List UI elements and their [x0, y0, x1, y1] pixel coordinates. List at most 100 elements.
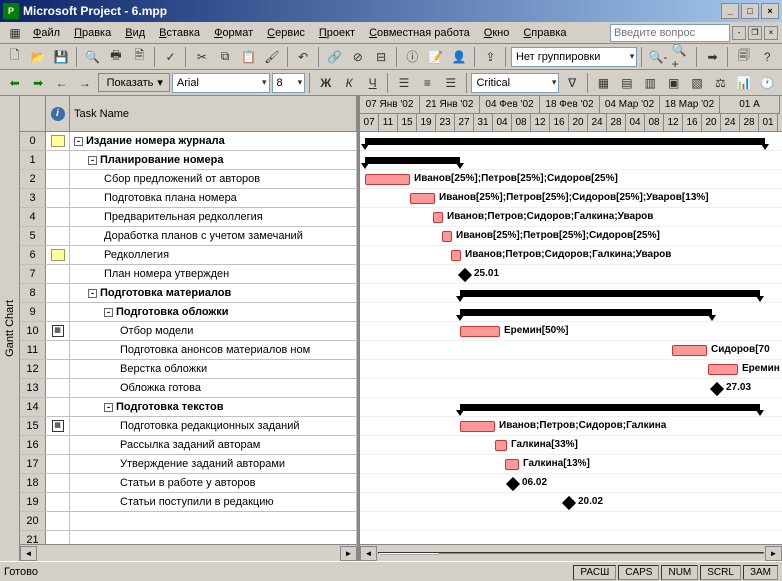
scales-button[interactable]: ⚖ [710, 72, 731, 94]
task-row[interactable]: 10 ▦ Отбор модели [20, 322, 357, 341]
row-number[interactable]: 17 [20, 455, 46, 473]
font-dropdown[interactable]: Arial [172, 73, 270, 93]
gscroll-left-icon[interactable]: ◄ [360, 546, 377, 561]
row-number[interactable]: 9 [20, 303, 46, 321]
task-row[interactable]: 8 -Подготовка материалов [20, 284, 357, 303]
task-row[interactable]: 3 Подготовка плана номера [20, 189, 357, 208]
autofilter-button[interactable]: ∇ [561, 72, 582, 94]
view1-button[interactable]: ▦ [593, 72, 614, 94]
collapse-icon[interactable]: - [88, 289, 97, 298]
task-name-cell[interactable]: Статьи поступили в редакцию [70, 493, 357, 511]
task-name-cell[interactable]: Утверждение заданий авторами [70, 455, 357, 473]
menu-Сервис[interactable]: Сервис [260, 25, 312, 41]
italic-button[interactable]: К [339, 72, 360, 94]
timescale[interactable]: 07 Янв '0221 Янв '0204 Фев '0218 Фев '02… [360, 96, 782, 132]
filter-dropdown[interactable]: Critical [471, 73, 559, 93]
collapse-icon[interactable]: - [74, 137, 83, 146]
gscroll-right-icon[interactable]: ► [765, 546, 782, 561]
task-name-cell[interactable]: Обложка готова [70, 379, 357, 397]
publish-button[interactable]: ⇪ [480, 46, 501, 68]
bold-button[interactable]: Ж [315, 72, 336, 94]
task-bar[interactable] [410, 193, 435, 204]
task-name-cell[interactable]: Подготовка анонсов материалов ном [70, 341, 357, 359]
show-button[interactable]: Показать▾ [98, 73, 170, 92]
task-row[interactable]: 0 -Издание номера журнала [20, 132, 357, 151]
task-bar[interactable] [442, 231, 452, 242]
task-name-cell[interactable]: -Подготовка текстов [70, 398, 357, 416]
copy-button[interactable]: ⧉ [215, 46, 236, 68]
task-name-cell[interactable]: Доработка планов с учетом замечаний [70, 227, 357, 245]
task-name-cell[interactable]: Подготовка редакционных заданий [70, 417, 357, 435]
milestone-icon[interactable] [458, 268, 472, 282]
split-button[interactable]: ⊟ [370, 46, 391, 68]
row-number[interactable]: 4 [20, 208, 46, 226]
row-number[interactable]: 15 [20, 417, 46, 435]
mdi-close[interactable]: × [764, 26, 778, 40]
chart-button[interactable]: 📊 [733, 72, 754, 94]
header-rownum[interactable] [20, 96, 46, 131]
menu-Справка[interactable]: Справка [516, 25, 573, 41]
task-name-cell[interactable]: -Подготовка обложки [70, 303, 357, 321]
task-row[interactable]: 1 -Планирование номера [20, 151, 357, 170]
scroll-right-icon[interactable]: ► [340, 546, 357, 561]
unlink-button[interactable]: ⊘ [347, 46, 368, 68]
view3-button[interactable]: ▥ [640, 72, 661, 94]
task-name-cell[interactable]: -Планирование номера [70, 151, 357, 169]
collapse-icon[interactable]: - [88, 156, 97, 165]
collapse-icon[interactable]: - [104, 403, 113, 412]
menu-Файл[interactable]: Файл [26, 25, 67, 41]
new-button[interactable]: 🗋 [4, 46, 25, 68]
align-center-button[interactable]: ≡ [417, 72, 438, 94]
task-name-cell[interactable]: Отбор модели [70, 322, 357, 340]
task-row[interactable]: 20 [20, 512, 357, 531]
note-button[interactable]: 📝 [425, 46, 446, 68]
milestone-icon[interactable] [562, 496, 576, 510]
task-bar[interactable] [672, 345, 707, 356]
task-row[interactable]: 4 Предварительная редколлегия [20, 208, 357, 227]
link-button[interactable]: 🔗 [324, 46, 345, 68]
task-name-cell[interactable]: Сбор предложений от авторов [70, 170, 357, 188]
help-search-input[interactable] [610, 24, 730, 42]
row-number[interactable]: 12 [20, 360, 46, 378]
summary-bar[interactable] [365, 157, 460, 164]
save-button[interactable]: 💾 [51, 46, 72, 68]
search-button[interactable]: 🔍 [82, 46, 103, 68]
row-number[interactable]: 1 [20, 151, 46, 169]
grid-hscroll[interactable]: ◄ ► [20, 544, 357, 561]
task-name-cell[interactable]: План номера утвержден [70, 265, 357, 283]
help-button[interactable]: ? [757, 46, 778, 68]
task-bar[interactable] [451, 250, 461, 261]
menu-Окно[interactable]: Окно [477, 25, 517, 41]
row-number[interactable]: 7 [20, 265, 46, 283]
task-bar[interactable] [708, 364, 738, 375]
task-bar[interactable] [505, 459, 519, 470]
header-indicators[interactable]: i [46, 96, 70, 131]
open-button[interactable]: 📂 [27, 46, 48, 68]
task-name-cell[interactable]: -Издание номера журнала [70, 132, 357, 150]
minimize-button[interactable]: _ [721, 3, 739, 19]
row-number[interactable]: 16 [20, 436, 46, 454]
scroll-left-icon[interactable]: ◄ [20, 546, 37, 561]
task-row[interactable]: 13 Обложка готова [20, 379, 357, 398]
task-bar[interactable] [433, 212, 443, 223]
cut-button[interactable]: ✂ [191, 46, 212, 68]
align-left-button[interactable]: ☰ [393, 72, 414, 94]
summary-bar[interactable] [460, 309, 712, 316]
row-number[interactable]: 2 [20, 170, 46, 188]
task-row[interactable]: 18 Статьи в работе у авторов [20, 474, 357, 493]
copy-pic-button[interactable]: 🗐 [733, 46, 754, 68]
task-name-cell[interactable]: Подготовка плана номера [70, 189, 357, 207]
milestone-icon[interactable] [506, 477, 520, 491]
row-number[interactable]: 14 [20, 398, 46, 416]
paste-button[interactable]: 📋 [238, 46, 259, 68]
row-number[interactable]: 0 [20, 132, 46, 150]
close-button[interactable]: × [761, 3, 779, 19]
undo-button[interactable]: ↶ [292, 46, 313, 68]
menu-Проект[interactable]: Проект [312, 25, 362, 41]
menu-Правка[interactable]: Правка [67, 25, 118, 41]
task-bar[interactable] [460, 326, 500, 337]
size-dropdown[interactable]: 8 [272, 73, 306, 93]
row-number[interactable]: 11 [20, 341, 46, 359]
collapse-icon[interactable]: - [104, 308, 113, 317]
menu-Совместная работа[interactable]: Совместная работа [362, 25, 477, 41]
